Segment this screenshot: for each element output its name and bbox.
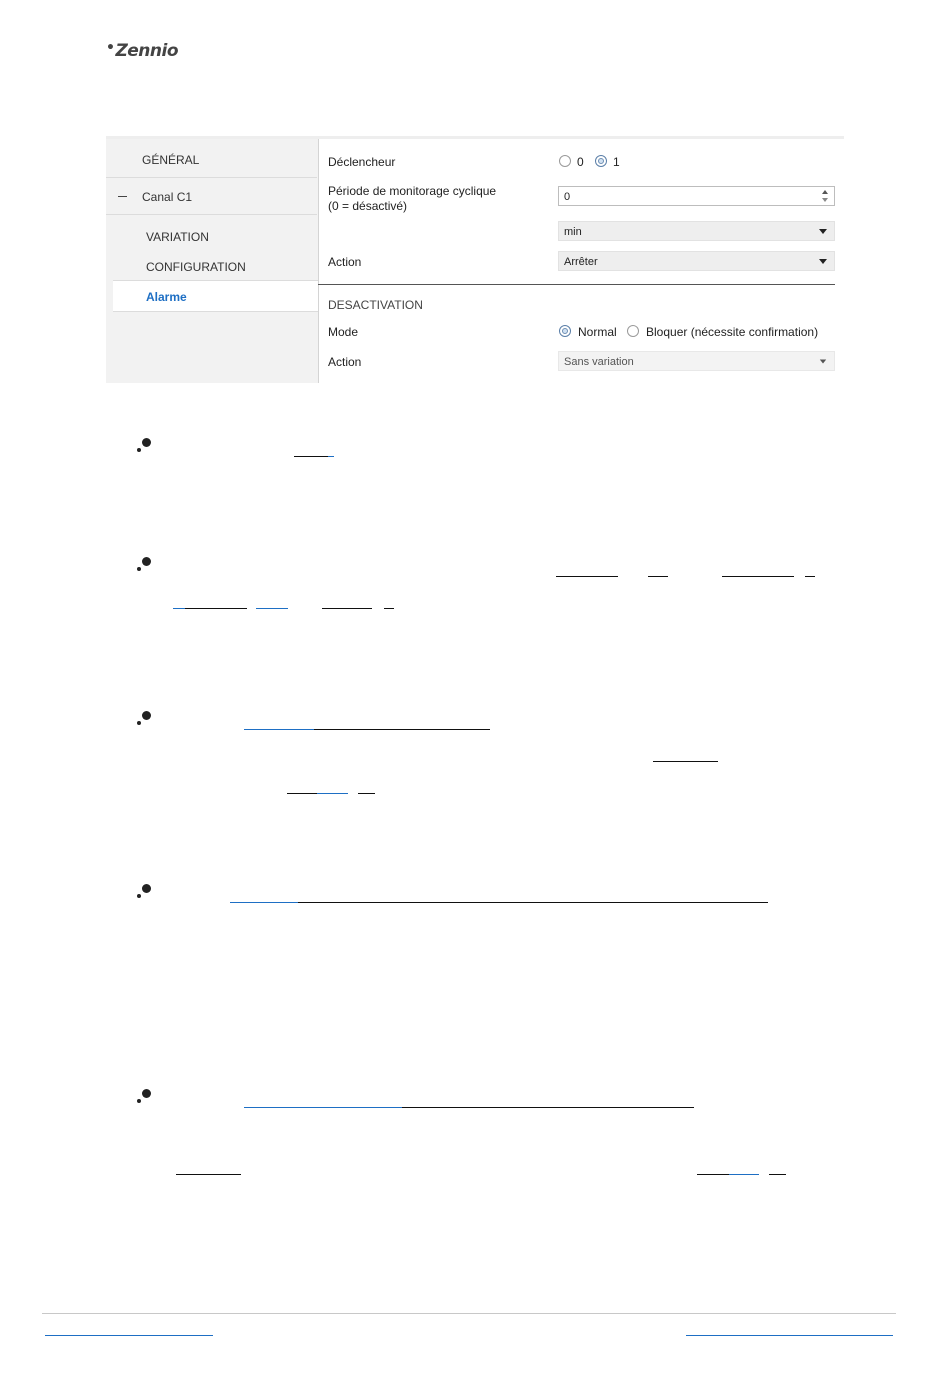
action-select[interactable]: Arrêter	[558, 251, 835, 271]
mode-option-bloquer-label: Bloquer (nécessite confirmation)	[646, 325, 819, 339]
underline	[287, 793, 317, 794]
underline	[328, 456, 334, 457]
underline	[805, 576, 815, 577]
monitoring-sublabel: (0 = désactivé)	[328, 199, 408, 213]
sidebar-item-alarme[interactable]: Alarme	[113, 280, 318, 312]
action-label: Action	[328, 255, 362, 269]
underline	[244, 1107, 402, 1108]
trigger-option-0-label: 0	[577, 155, 584, 169]
underline	[322, 608, 372, 609]
chevron-down-icon	[819, 259, 827, 264]
footer-link-underline[interactable]	[45, 1335, 213, 1336]
footer-link-underline[interactable]	[686, 1335, 893, 1336]
monitoring-label: Période de monitorage cyclique	[328, 184, 497, 198]
mode-radio-normal[interactable]	[559, 325, 571, 337]
underline	[317, 793, 348, 794]
mode-label: Mode	[328, 325, 359, 339]
underline	[402, 1107, 694, 1108]
trigger-radio-1[interactable]	[595, 155, 607, 167]
underline	[230, 902, 298, 903]
deactivation-action-select[interactable]: Sans variation	[558, 351, 835, 371]
underline	[173, 608, 185, 609]
monitoring-unit-select[interactable]: min	[558, 221, 835, 241]
sidebar-item-label: CONFIGURATION	[146, 260, 246, 274]
underline	[722, 576, 794, 577]
deactivation-action-value: Sans variation	[564, 356, 634, 368]
action-value: Arrêter	[564, 256, 598, 268]
sidebar-item-variation[interactable]: VARIATION	[106, 221, 317, 251]
bullet-icon	[137, 711, 153, 727]
underline	[176, 1174, 241, 1175]
bullet-icon	[137, 438, 153, 454]
mode-radio-bloquer[interactable]	[627, 325, 639, 337]
deactivation-title: DESACTIVATION	[328, 298, 423, 312]
deactivation-action-label: Action	[328, 355, 362, 369]
underline	[653, 761, 718, 762]
underline	[314, 729, 490, 730]
sidebar-item-general[interactable]: GÉNÉRAL	[106, 141, 317, 178]
underline	[556, 576, 618, 577]
sidebar-item-label: Canal C1	[142, 190, 193, 204]
decrement-icon[interactable]	[822, 198, 828, 202]
zennio-logo: •Zennio	[106, 40, 179, 61]
underline	[729, 1174, 759, 1175]
mode-option-normal-label: Normal	[578, 325, 617, 339]
sidebar-item-canal-c1[interactable]: Canal C1	[106, 178, 317, 215]
sidebar-item-label: VARIATION	[146, 230, 209, 244]
underline	[294, 456, 328, 457]
underline	[697, 1174, 729, 1175]
underline	[358, 793, 375, 794]
bullet-icon	[137, 884, 153, 900]
underline	[648, 576, 668, 577]
sidebar-item-label: Alarme	[146, 290, 187, 304]
trigger-radio-0[interactable]	[559, 155, 571, 167]
collapse-icon[interactable]	[118, 196, 127, 197]
section-divider	[318, 284, 835, 285]
underline	[256, 608, 288, 609]
underline	[384, 608, 394, 609]
underline	[298, 902, 768, 903]
underline	[185, 608, 247, 609]
underline	[769, 1174, 786, 1175]
trigger-label: Déclencheur	[328, 155, 396, 169]
chevron-down-icon	[819, 229, 827, 234]
bullet-icon	[137, 557, 153, 573]
sidebar: GÉNÉRAL Canal C1 VARIATION CONFIGURATION…	[106, 139, 319, 383]
monitoring-period-value: 0	[564, 191, 571, 203]
underline	[244, 729, 314, 730]
trigger-option-1-label: 1	[613, 155, 620, 169]
monitoring-unit-value: min	[564, 226, 582, 238]
bullet-icon	[137, 1089, 153, 1105]
increment-icon[interactable]	[822, 190, 828, 194]
footer-divider	[42, 1313, 896, 1314]
sidebar-item-label: GÉNÉRAL	[142, 153, 200, 167]
monitoring-period-stepper[interactable]: 0	[558, 186, 835, 206]
chevron-down-icon	[819, 359, 827, 364]
sidebar-item-configuration[interactable]: CONFIGURATION	[106, 251, 317, 281]
